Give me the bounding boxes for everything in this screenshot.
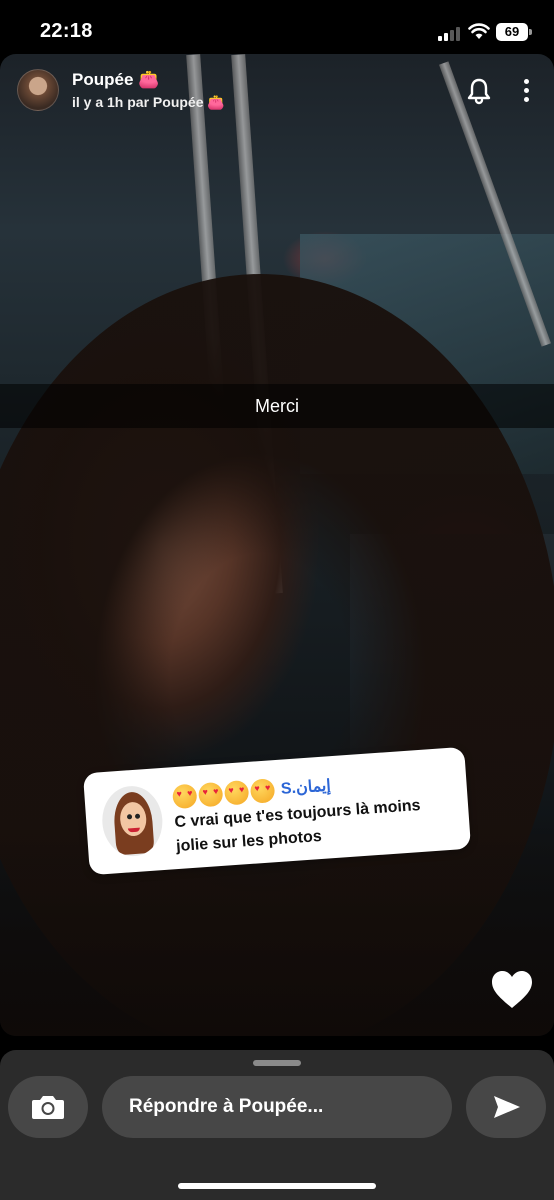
- battery-tip: [529, 29, 532, 35]
- avatar[interactable]: [17, 69, 59, 111]
- heart-icon[interactable]: [490, 968, 534, 1012]
- story-caption: Merci: [0, 384, 554, 428]
- home-indicator[interactable]: [178, 1183, 376, 1189]
- heart-eyes-emoji: [249, 778, 276, 804]
- story-subtitle: il y a 1h par Poupée 👛: [72, 94, 225, 110]
- heart-eyes-emoji: [197, 781, 224, 808]
- sheet-grabber[interactable]: [253, 1060, 301, 1066]
- more-options-icon[interactable]: [518, 76, 536, 106]
- signal-icon: [438, 25, 462, 41]
- battery-icon: 69: [496, 23, 528, 41]
- bitmoji-avatar: [99, 784, 165, 859]
- wifi-icon: [468, 23, 490, 39]
- status-bar: 22:18 69: [0, 0, 554, 54]
- bell-icon[interactable]: [464, 76, 494, 106]
- send-button[interactable]: [466, 1076, 546, 1138]
- send-icon: [494, 1096, 520, 1118]
- heart-eyes-emoji: [171, 783, 198, 810]
- heart-eyes-emoji: [223, 779, 250, 806]
- story-header: Poupée 👛 il y a 1h par Poupée 👛: [0, 54, 554, 134]
- story-author-name[interactable]: Poupée 👛: [72, 70, 159, 90]
- status-time: 22:18: [40, 20, 93, 42]
- reply-input[interactable]: Répondre à Poupée...: [102, 1076, 452, 1138]
- story-photo[interactable]: [0, 54, 554, 1036]
- camera-button[interactable]: [8, 1076, 88, 1138]
- camera-icon: [32, 1096, 64, 1119]
